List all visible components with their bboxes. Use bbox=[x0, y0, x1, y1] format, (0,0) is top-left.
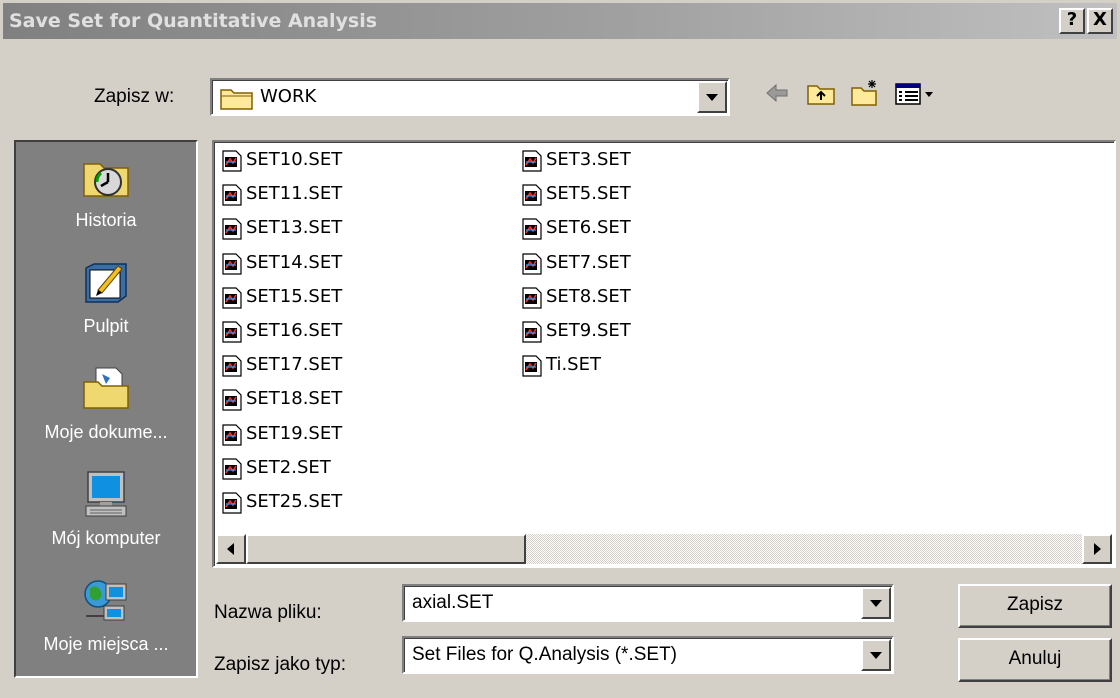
my-computer-icon bbox=[85, 471, 127, 517]
set-file-icon bbox=[522, 150, 542, 172]
set-file-icon bbox=[522, 287, 542, 309]
filetype-dropdown[interactable]: Set Files for Q.Analysis (*.SET) bbox=[402, 636, 894, 674]
set-file-icon bbox=[522, 355, 542, 377]
filetype-value: Set Files for Q.Analysis (*.SET) bbox=[412, 644, 678, 665]
filename-dropdown-button[interactable] bbox=[861, 587, 891, 619]
file-name: SET7.SET bbox=[546, 251, 631, 273]
chevron-down-icon bbox=[706, 94, 718, 101]
file-name: SET18.SET bbox=[246, 388, 343, 410]
set-file-icon bbox=[222, 423, 242, 446]
place-label: Mój komputer bbox=[51, 528, 161, 548]
network-places-icon bbox=[84, 580, 127, 621]
place-desktop[interactable]: Pulpit bbox=[16, 250, 196, 358]
filetype-dropdown-button[interactable] bbox=[861, 639, 891, 671]
desktop-icon bbox=[85, 263, 127, 303]
folder-icon bbox=[220, 89, 253, 110]
place-label: Moje miejsca ... bbox=[43, 634, 169, 654]
history-icon bbox=[83, 163, 129, 197]
place-label: Historia bbox=[75, 210, 137, 230]
lookin-value: WORK bbox=[260, 86, 317, 107]
my-documents-icon bbox=[83, 367, 129, 409]
file-name: SET2.SET bbox=[246, 456, 331, 478]
places-bar: Historia Pulpit Moje dokume... Mój kompu… bbox=[14, 140, 198, 678]
place-my-documents[interactable]: Moje dokume... bbox=[16, 356, 196, 464]
file-name: SET8.SET bbox=[546, 285, 631, 307]
new-folder-icon[interactable] bbox=[850, 78, 880, 108]
scroll-right-button[interactable] bbox=[1082, 534, 1112, 564]
save-dialog: Save Set for Quantitative Analysis ? X Z… bbox=[0, 0, 1120, 698]
filename-input[interactable]: axial.SET bbox=[402, 584, 894, 622]
file-name: SET25.SET bbox=[246, 491, 343, 512]
place-my-computer[interactable]: Mój komputer bbox=[16, 462, 196, 570]
chevron-down-icon bbox=[870, 600, 882, 607]
file-name: SET17.SET bbox=[246, 354, 343, 376]
save-button[interactable]: Zapisz bbox=[958, 584, 1112, 628]
set-file-icon bbox=[522, 321, 542, 343]
filename-label: Nazwa pliku: bbox=[214, 602, 322, 623]
set-file-icon bbox=[222, 492, 242, 514]
set-file-icon bbox=[522, 218, 542, 240]
lookin-dropdown[interactable]: WORK bbox=[210, 78, 730, 116]
file-name: SET13.SET bbox=[246, 217, 343, 239]
arrow-right-icon bbox=[1094, 543, 1101, 555]
set-file-icon bbox=[222, 458, 242, 480]
file-name: SET14.SET bbox=[246, 251, 343, 273]
arrow-left-icon bbox=[227, 543, 234, 555]
set-file-icon bbox=[222, 252, 242, 275]
cancel-button[interactable]: Anuluj bbox=[958, 638, 1112, 682]
file-name: SET5.SET bbox=[546, 183, 631, 205]
filetype-label: Zapisz jako typ: bbox=[214, 654, 346, 675]
chevron-down-icon bbox=[870, 652, 882, 659]
set-file-icon bbox=[222, 184, 242, 206]
file-list[interactable]: SET10.SET SET11.SET SET13.SET SET14.SET SET1… bbox=[212, 140, 1116, 568]
set-file-icon bbox=[522, 252, 542, 275]
set-file-icon bbox=[222, 321, 242, 343]
place-label: Moje dokume... bbox=[44, 422, 168, 442]
file-name: SET6.SET bbox=[546, 217, 631, 239]
lookin-dropdown-button[interactable] bbox=[697, 81, 727, 113]
set-file-icon bbox=[222, 287, 242, 309]
set-file-icon bbox=[222, 389, 242, 411]
file-name: SET15.SET bbox=[246, 285, 343, 307]
set-file-icon bbox=[222, 150, 242, 172]
set-file-icon bbox=[222, 218, 242, 240]
lookin-label: Zapisz w: bbox=[94, 86, 175, 107]
scroll-left-button[interactable] bbox=[216, 534, 246, 564]
scrollbar-thumb[interactable] bbox=[246, 534, 526, 564]
help-button[interactable]: ? bbox=[1059, 8, 1085, 34]
file-name: SET9.SET bbox=[546, 320, 631, 341]
file-name: Ti.SET bbox=[546, 354, 601, 376]
set-file-icon bbox=[222, 355, 242, 377]
horizontal-scrollbar[interactable] bbox=[216, 534, 1112, 564]
filename-value: axial.SET bbox=[412, 592, 494, 613]
file-name: SET3.SET bbox=[546, 149, 631, 170]
place-history[interactable]: Historia bbox=[16, 144, 196, 252]
title-bar[interactable]: Save Set for Quantitative Analysis ? X bbox=[3, 3, 1117, 39]
set-file-icon bbox=[522, 184, 542, 206]
view-menu-icon[interactable] bbox=[894, 78, 936, 108]
file-name: SET10.SET bbox=[246, 149, 343, 170]
file-name: SET11.SET bbox=[246, 183, 343, 205]
place-network[interactable]: Moje miejsca ... bbox=[16, 568, 196, 676]
file-name: SET19.SET bbox=[246, 422, 343, 444]
window-title: Save Set for Quantitative Analysis bbox=[9, 10, 378, 32]
close-button[interactable]: X bbox=[1087, 8, 1113, 34]
file-name: SET16.SET bbox=[246, 320, 343, 341]
place-label: Pulpit bbox=[83, 316, 129, 336]
up-folder-icon[interactable] bbox=[806, 78, 836, 108]
back-icon[interactable] bbox=[762, 78, 792, 108]
